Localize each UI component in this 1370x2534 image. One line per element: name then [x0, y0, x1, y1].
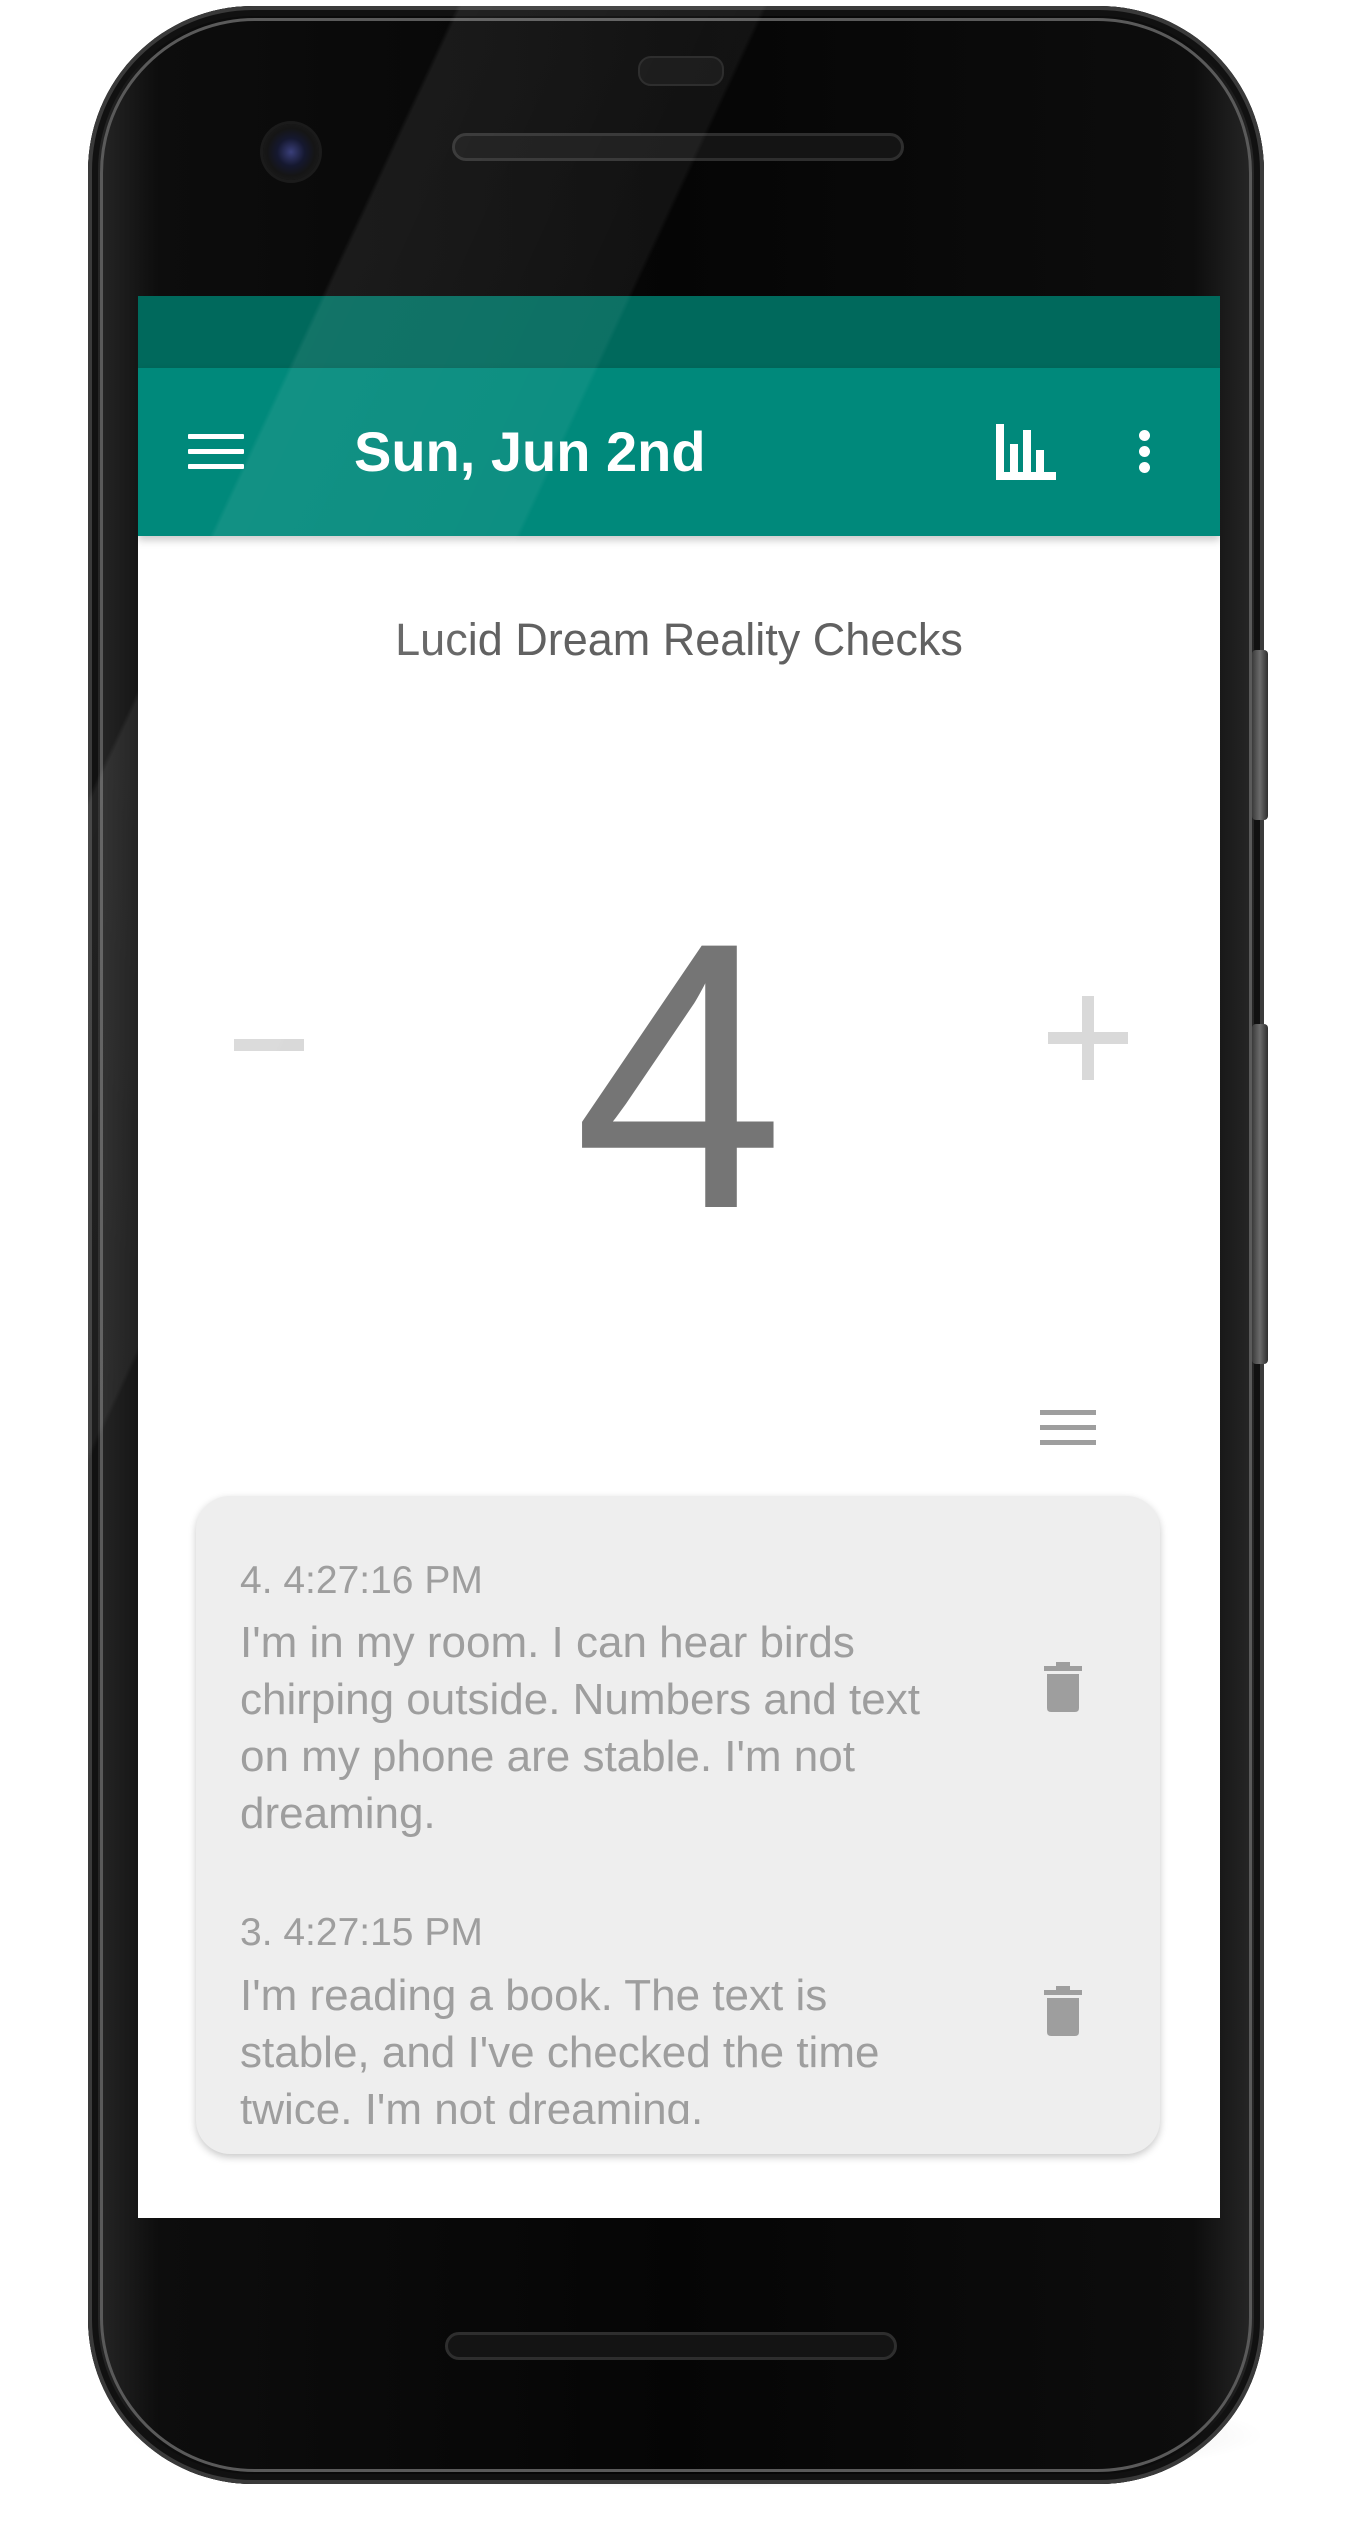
app-title: Sun, Jun 2nd: [354, 420, 706, 483]
volume-button: [1252, 1024, 1268, 1364]
status-bar: [138, 296, 1220, 368]
more-vert-icon: [1134, 422, 1154, 482]
minus-icon: [234, 1010, 304, 1080]
earpiece-speaker: [452, 133, 904, 161]
entry-text: I'm reading a book. The text is stable, …: [240, 1971, 880, 2124]
count-value: 4: [573, 863, 785, 1288]
decrement-button[interactable]: [234, 1010, 304, 1080]
more-options-button[interactable]: [1134, 422, 1154, 482]
stats-button[interactable]: [994, 422, 1058, 482]
device-frame: Sun, Jun 2nd Lucid Dream Reality Checks …: [0, 0, 1370, 2534]
delete-button[interactable]: [1044, 1986, 1082, 2036]
bar-chart-icon: [996, 424, 1056, 480]
entry-text: I'm in my room. I can hear birds chirpin…: [240, 1618, 920, 1838]
front-camera: [263, 124, 319, 180]
app-screen: Sun, Jun 2nd Lucid Dream Reality Checks …: [138, 296, 1220, 2218]
app-bar: Sun, Jun 2nd: [138, 368, 1220, 536]
list-toggle-button[interactable]: [1040, 1408, 1096, 1448]
entries-scroll-area[interactable]: 4. 4:27:16 PM I'm in my room. I can hear…: [196, 1496, 1160, 2124]
plus-icon: [1048, 996, 1128, 1080]
entries-list[interactable]: 4. 4:27:16 PM I'm in my room. I can hear…: [196, 1496, 1160, 2154]
delete-button[interactable]: [1044, 1662, 1082, 1712]
increment-button[interactable]: [1048, 996, 1128, 1080]
list-icon: [1040, 1408, 1096, 1448]
entry-header: 4. 4:27:16 PM: [240, 1559, 483, 1602]
trash-icon: [1044, 1986, 1082, 2036]
trash-icon: [1044, 1662, 1082, 1712]
proximity-sensor: [638, 56, 724, 86]
bottom-speaker: [445, 2332, 897, 2360]
menu-icon: [188, 424, 244, 480]
menu-button[interactable]: [188, 424, 244, 480]
power-button: [1252, 650, 1268, 820]
entry-header: 3. 4:27:15 PM: [240, 1911, 483, 1954]
counter-title: Lucid Dream Reality Checks: [395, 614, 963, 665]
